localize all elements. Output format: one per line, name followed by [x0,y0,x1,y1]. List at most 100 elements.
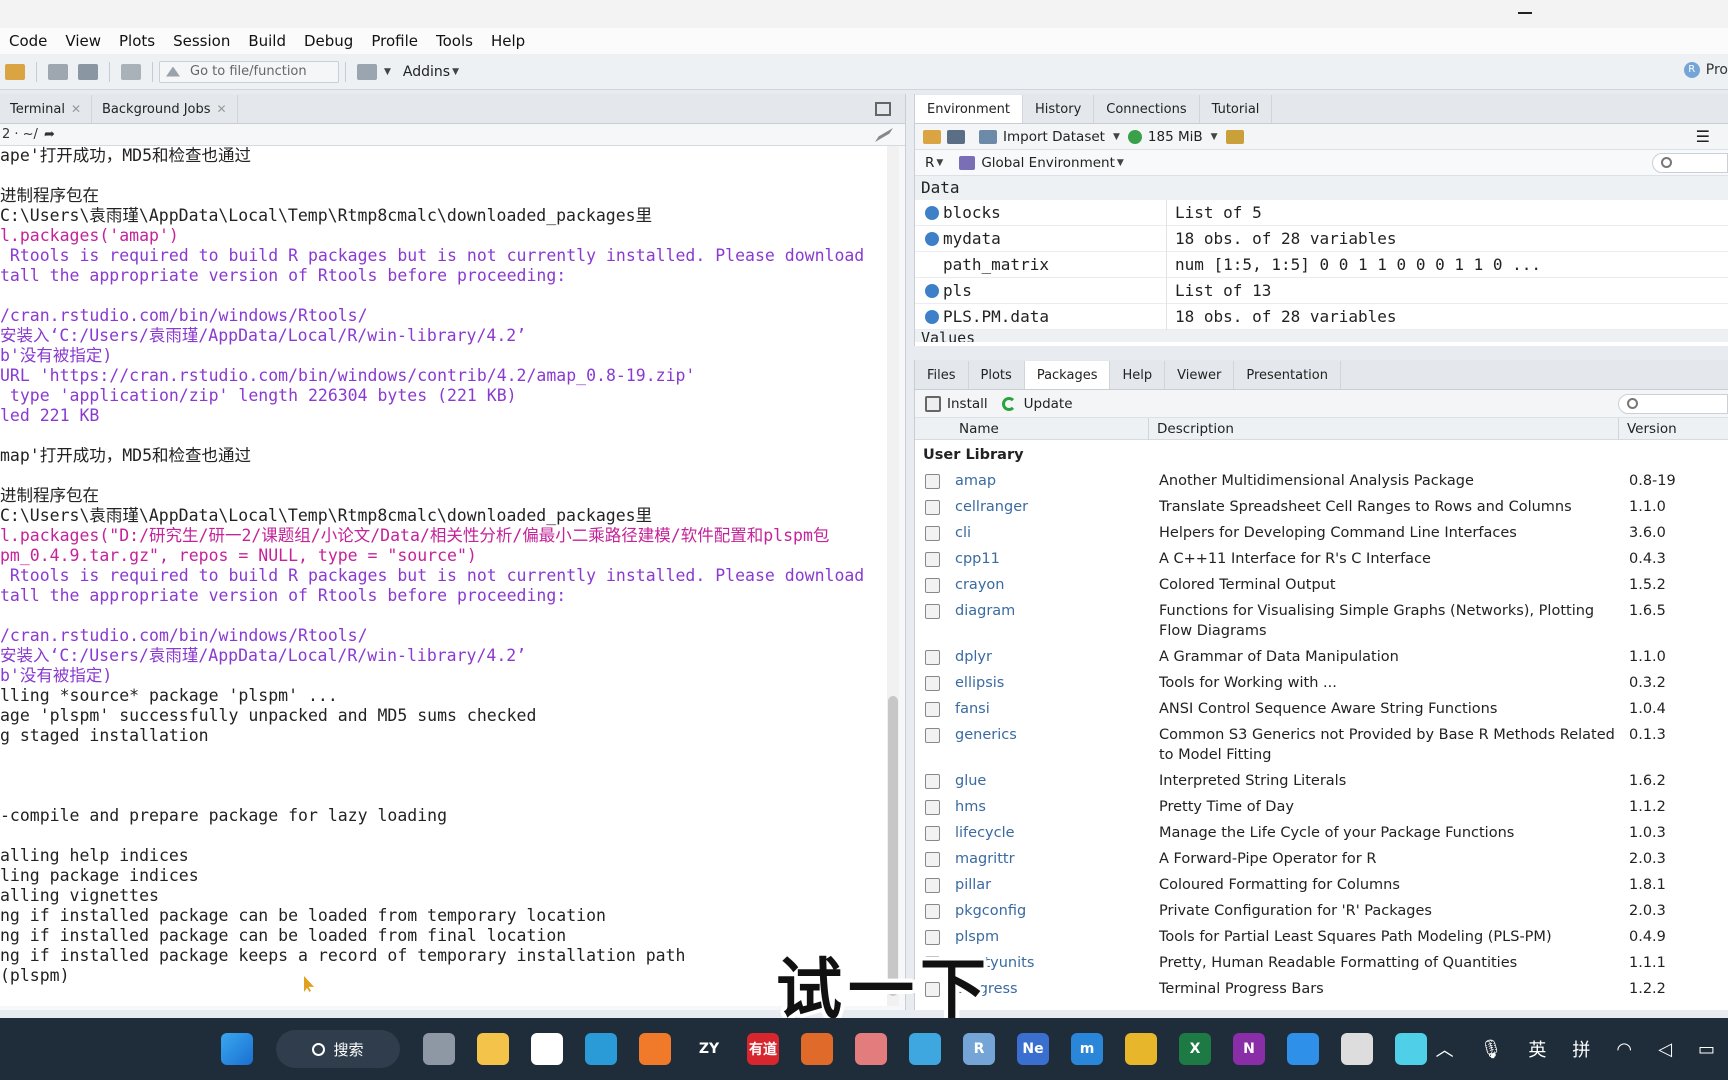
column-name[interactable]: Name [915,417,1149,440]
firefox-icon[interactable] [639,1033,671,1065]
package-name-link[interactable]: dplyr [955,647,1151,667]
restore-pane-icon[interactable] [875,102,891,116]
tab-presentation[interactable]: Presentation [1234,361,1341,389]
image-app-icon[interactable] [855,1033,887,1065]
package-checkbox[interactable] [925,676,940,691]
app-m-icon[interactable]: m [1071,1033,1103,1065]
package-checkbox[interactable] [925,774,940,789]
tab-environment[interactable]: Environment [915,95,1024,123]
package-name-link[interactable]: hms [955,797,1151,817]
grid-layout-icon[interactable] [357,63,377,80]
chevron-down-icon[interactable]: ▼ [452,67,459,77]
package-checkbox[interactable] [925,500,940,515]
package-checkbox[interactable] [925,650,940,665]
package-checkbox[interactable] [925,578,940,593]
package-checkbox[interactable] [925,526,940,541]
package-name-link[interactable]: cpp11 [955,549,1151,569]
package-name-link[interactable]: pillar [955,875,1151,895]
battery-icon[interactable]: ▭ [1698,1039,1715,1060]
windows-start-icon[interactable] [221,1033,253,1065]
column-description[interactable]: Description [1149,417,1619,440]
package-name-link[interactable]: lifecycle [955,823,1151,843]
environment-row[interactable]: blocks List of 5 [915,199,1728,226]
excel-icon[interactable]: X [1179,1033,1211,1065]
chevron-down-icon[interactable]: ▼ [1211,132,1218,142]
tab-files[interactable]: Files [915,361,969,389]
package-checkbox[interactable] [925,604,940,619]
tab-help[interactable]: Help [1110,361,1166,389]
package-name-link[interactable]: amap [955,471,1151,491]
package-name-link[interactable]: magrittr [955,849,1151,869]
environment-row[interactable]: mydata 18 obs. of 28 variables [915,225,1728,252]
menu-debug[interactable]: Debug [295,32,362,50]
menu-build[interactable]: Build [239,32,295,50]
list-view-icon[interactable]: ☰ [1696,127,1710,146]
chevron-down-icon[interactable]: ▼ [936,158,943,168]
addins-button[interactable]: Addins [403,64,450,80]
package-checkbox[interactable] [925,552,940,567]
load-workspace-icon[interactable] [923,129,941,144]
expand-icon[interactable] [925,231,939,246]
menu-help[interactable]: Help [482,32,534,50]
notepad-icon[interactable]: Ne [1017,1033,1049,1065]
packages-search-input[interactable] [1618,393,1728,414]
close-icon[interactable]: ✕ [217,102,227,116]
package-name-link[interactable]: cellranger [955,497,1151,517]
console-scrollbar[interactable] [887,146,899,1006]
tab-plots[interactable]: Plots [969,361,1025,389]
wifi-icon[interactable]: ◠ [1616,1039,1632,1060]
clear-console-icon[interactable] [875,128,893,142]
update-button[interactable]: Update [1024,396,1073,412]
menu-session[interactable]: Session [164,32,239,50]
volume-icon[interactable]: ◁ [1658,1039,1672,1060]
package-name-link[interactable]: generics [955,725,1151,745]
environment-row[interactable]: path_matrix num [1:5, 1:5] 0 0 1 1 0 0 0 … [915,251,1728,278]
menu-view[interactable]: View [56,32,110,50]
expand-icon[interactable] [925,309,939,324]
language-selector[interactable]: R [925,155,934,171]
package-name-link[interactable]: fansi [955,699,1151,719]
go-to-file-input[interactable]: Go to file/function [159,60,339,83]
save-workspace-icon[interactable] [947,129,965,144]
tab-tutorial[interactable]: Tutorial [1200,95,1273,123]
matlab-icon[interactable] [801,1033,833,1065]
package-name-link[interactable]: ellipsis [955,673,1151,693]
chevron-up-icon[interactable]: ︿ [1436,1036,1454,1062]
chatgpt-icon[interactable] [1341,1033,1373,1065]
menu-plots[interactable]: Plots [110,32,164,50]
package-checkbox[interactable] [925,904,940,919]
taskbar-search[interactable]: 搜索 [276,1030,400,1068]
chevron-down-icon[interactable]: ▼ [1113,132,1120,142]
environment-row[interactable]: PLS.PM.data 18 obs. of 28 variables [915,303,1728,330]
package-name-link[interactable]: glue [955,771,1151,791]
broom-icon[interactable] [1225,129,1244,144]
install-button[interactable]: Install [947,396,988,412]
go-to-directory-icon[interactable]: ➦ [44,127,55,142]
memory-usage[interactable]: 185 MiB [1148,129,1203,145]
chevron-down-icon[interactable]: ▼ [1117,158,1124,168]
task-view-icon[interactable] [423,1033,455,1065]
chevron-down-icon[interactable]: ▼ [384,67,391,77]
project-menu[interactable]: R Pro [1683,62,1728,78]
tab-viewer[interactable]: Viewer [1165,361,1235,389]
package-checkbox[interactable] [925,826,940,841]
expand-icon[interactable] [925,205,939,220]
chat-icon[interactable] [1287,1033,1319,1065]
package-name-link[interactable]: crayon [955,575,1151,595]
print-icon[interactable] [121,63,141,80]
environment-search-input[interactable] [1652,152,1728,173]
tab-background-jobs[interactable]: Background Jobs ✕ [92,95,238,123]
tab-connections[interactable]: Connections [1094,95,1200,123]
save-icon[interactable] [48,63,68,80]
minimize-icon[interactable] [1518,12,1532,14]
microphone-icon[interactable]: 🎙 [1480,1039,1503,1060]
package-checkbox[interactable] [925,800,940,815]
column-version[interactable]: Version [1619,421,1677,437]
tab-packages[interactable]: Packages [1024,361,1111,389]
onenote-icon[interactable]: N [1233,1033,1265,1065]
import-dataset-button[interactable]: Import Dataset [1003,129,1105,145]
ime-language[interactable]: 英 [1528,1036,1546,1062]
youdao-icon[interactable]: 有道 [747,1033,779,1065]
menu-profile[interactable]: Profile [362,32,427,50]
tab-history[interactable]: History [1023,95,1095,123]
